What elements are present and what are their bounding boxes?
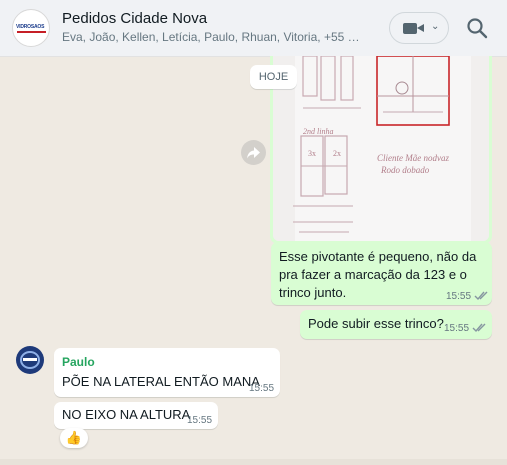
chevron-down-icon: ⌄ — [431, 21, 440, 32]
forward-button[interactable] — [241, 140, 266, 165]
handwriting-line-5: 2x — [333, 149, 341, 158]
handwriting-line-4: 3x — [308, 149, 316, 158]
outgoing-message-bubble[interactable]: Esse pivotante é pequeno, não da pra faz… — [271, 242, 492, 305]
group-logo-text: VIDROSAOS — [16, 24, 45, 30]
message-time: 15:55 — [249, 383, 275, 394]
search-icon — [467, 18, 488, 39]
reaction-thumbs-up[interactable]: 👍 — [60, 428, 88, 448]
message-time: 15:55 — [444, 323, 470, 334]
video-camera-lens-icon — [417, 24, 424, 32]
incoming-message-bubble[interactable]: Paulo PÕE NA LATERAL ENTÃO MANA 15:55 — [54, 348, 280, 397]
outgoing-message-bubble[interactable]: Pode subir esse trinco? 15:55 — [300, 310, 492, 339]
sender-avatar[interactable] — [16, 346, 44, 374]
video-camera-icon — [403, 23, 417, 34]
image-message-bubble: Cliente Mãe nodvaz Rodo dobado 2nd linha… — [270, 56, 492, 244]
group-avatar[interactable]: VIDROSAOS — [12, 9, 50, 47]
message-text: Pode subir esse trinco? — [308, 316, 444, 331]
handwriting-line-3: 2nd linha — [303, 127, 333, 136]
message-time: 15:55 — [446, 291, 472, 302]
avatar-logo-bar — [23, 358, 37, 361]
sender-name[interactable]: Paulo — [62, 355, 95, 369]
handwriting-line-1: Cliente Mãe nodvaz — [377, 153, 449, 163]
chat-title[interactable]: Pedidos Cidade Nova — [62, 10, 207, 27]
forward-icon — [247, 147, 260, 159]
message-text: NO EIXO NA ALTURA — [62, 407, 191, 422]
incoming-message-bubble[interactable]: NO EIXO NA ALTURA 15:55 — [54, 402, 218, 429]
shared-photo[interactable]: Cliente Mãe nodvaz Rodo dobado 2nd linha… — [273, 56, 489, 241]
message-text: PÕE NA LATERAL ENTÃO MANA — [62, 374, 260, 389]
search-button[interactable] — [464, 15, 490, 41]
double-check-icon — [474, 291, 488, 301]
handwriting-line-2: Rodo dobado — [380, 165, 430, 175]
double-check-icon — [472, 323, 486, 333]
message-time: 15:55 — [187, 415, 213, 426]
composer-edge — [0, 459, 507, 465]
video-call-button[interactable]: ⌄ — [389, 12, 449, 44]
chat-members[interactable]: Eva, João, Kellen, Letícia, Paulo, Rhuan… — [62, 30, 362, 44]
chat-header: VIDROSAOS Pedidos Cidade Nova Eva, João,… — [0, 0, 507, 57]
handwritten-sketch-image: Cliente Mãe nodvaz Rodo dobado 2nd linha… — [273, 56, 489, 241]
logo-line — [17, 31, 46, 33]
date-divider: HOJE — [250, 65, 297, 89]
